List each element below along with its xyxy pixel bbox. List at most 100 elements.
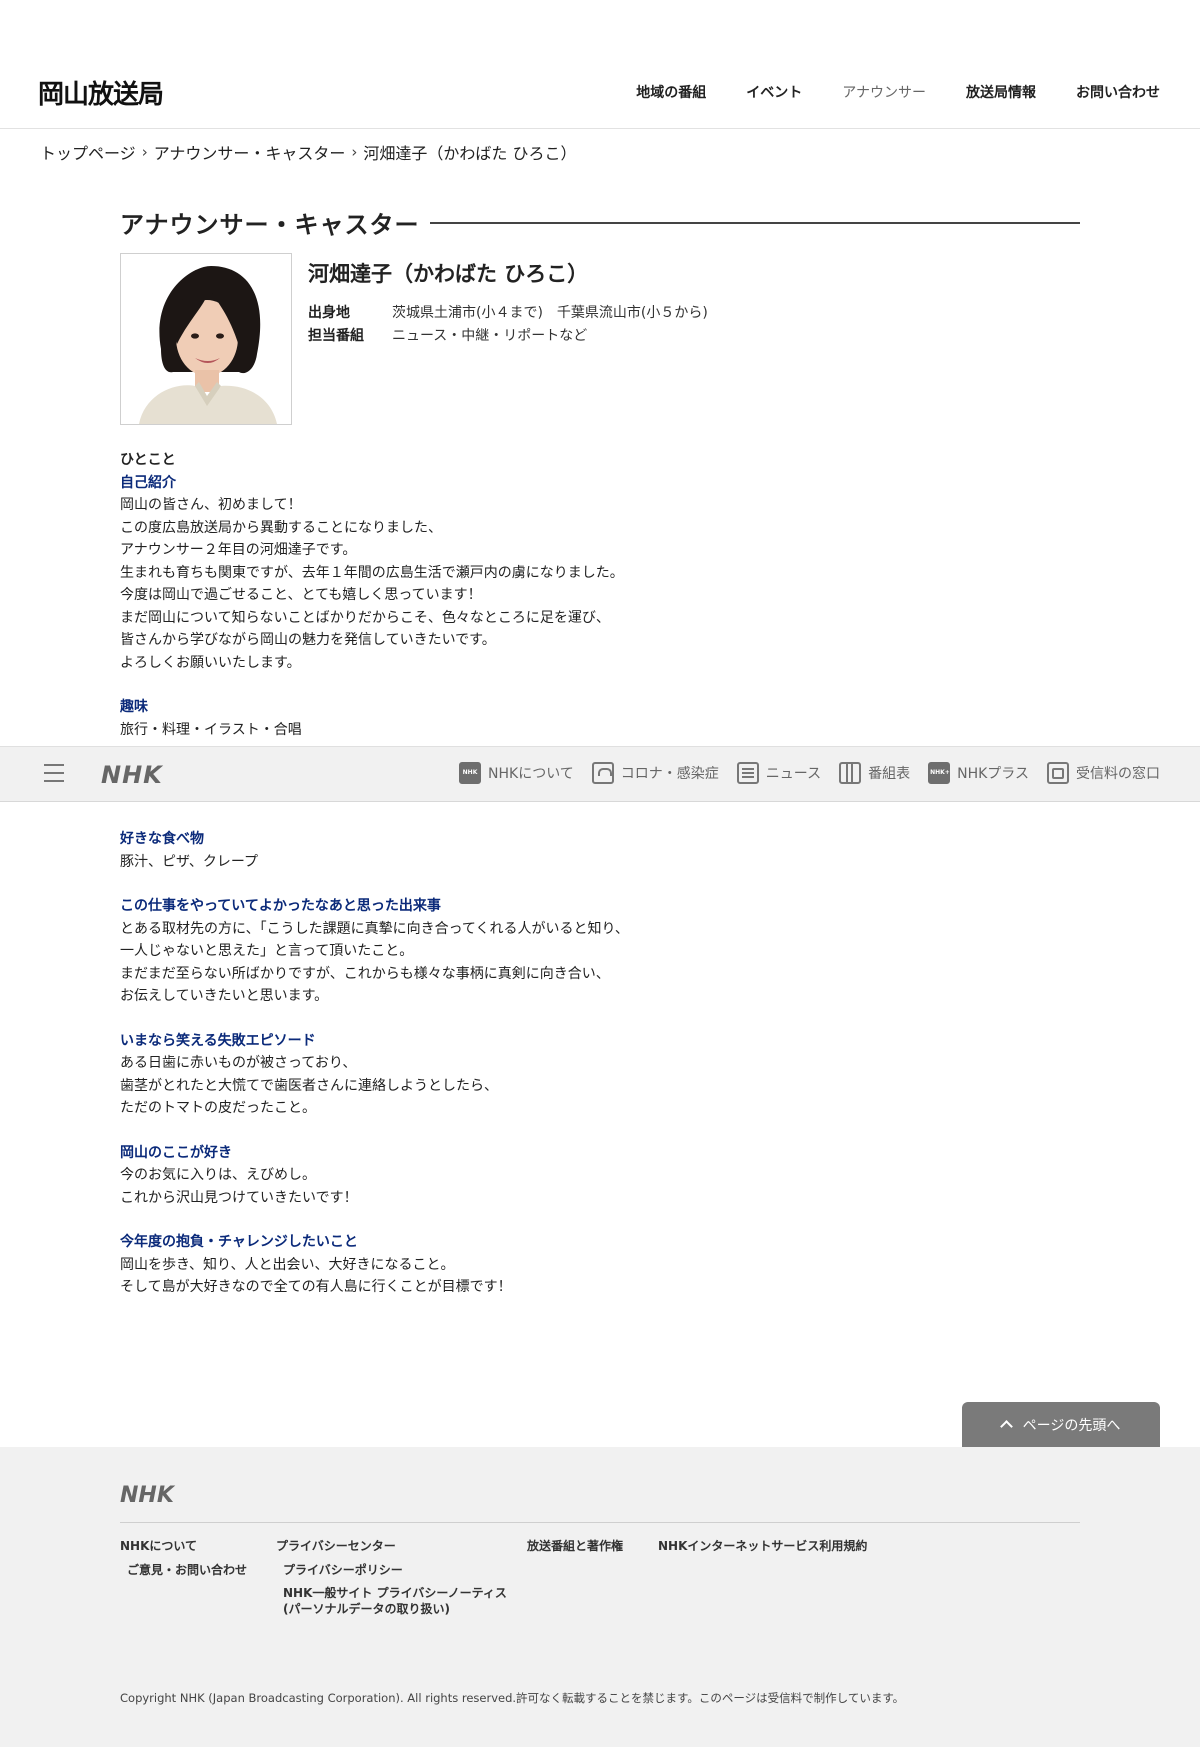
nhk-about-link[interactable]: NHK NHKについて	[459, 762, 574, 784]
intro-line: 生まれも育ちも関東ですが、去年１年間の広島生活で瀬戸内の虜になりました。	[120, 564, 624, 581]
job-heading: この仕事をやっていてよかったなあと思った出来事	[120, 898, 441, 914]
footer-privacy-notice-sub[interactable]: (パーソナルデータの取り扱い)	[283, 1602, 450, 1616]
goal-line: 岡山を歩き、知り、人と出会い、大好きになること。	[120, 1256, 455, 1273]
like-line: これから沢山見つけていきたいです！	[120, 1189, 358, 1206]
corona-link[interactable]: コロナ・感染症	[591, 762, 719, 784]
profile-info: 出身地 茨城県土浦市(小４まで) 千葉県流山市(小５から) 担当番組 ニュース・…	[308, 302, 708, 348]
reception-fee-link[interactable]: 受信料の窓口	[1047, 762, 1160, 784]
job-line: とある取材先の方に、「こうした課題に真摯に向き合ってくれる人がいると知り、	[120, 920, 629, 937]
nav-station-info[interactable]: 放送局情報	[966, 82, 1036, 102]
global-nav: 地域の番組 イベント アナウンサー 放送局情報 お問い合わせ	[636, 82, 1160, 102]
chevron-right-icon: ›	[141, 143, 148, 161]
origin-label: 出身地	[308, 305, 350, 321]
footer-nhk-logo[interactable]: NHK	[120, 1483, 174, 1508]
nhk-plus-label: NHKプラス	[957, 766, 1029, 782]
like-line: 今のお気に入りは、えびめし。	[120, 1167, 316, 1183]
footer-privacy-notice-link[interactable]: NHK一般サイト プライバシーノーティス	[283, 1586, 507, 1600]
back-to-top-label: ページの先頭へ	[1022, 1417, 1121, 1434]
site-header: 岡山放送局 地域の番組 イベント アナウンサー 放送局情報 お問い合わせ	[0, 0, 1200, 129]
footer-about-sub: ご意見・お問い合わせ	[120, 1562, 247, 1578]
program-guide-link[interactable]: 番組表	[839, 762, 910, 784]
fail-heading: いまなら笑える失敗エピソード	[120, 1032, 316, 1049]
message-section-bottom: 好きな食べ物 豚汁、ピザ、クレープ この仕事をやっていてよかったなあと思った出来…	[120, 828, 629, 1299]
hobby-heading: 趣味	[120, 699, 148, 715]
footer-privacy-policy-link[interactable]: プライバシーポリシー	[283, 1563, 403, 1577]
job-line: お伝えしていきたいと思います。	[120, 988, 329, 1004]
program-guide-label: 番組表	[868, 766, 911, 782]
hobby-text: 旅行・料理・イラスト・合唱	[120, 721, 302, 738]
section-heading: アナウンサー・キャスター	[120, 205, 1080, 240]
programs-label: 担当番組	[308, 328, 364, 344]
nhk-plus-link[interactable]: NHK+ NHKプラス	[928, 762, 1029, 784]
section-title: アナウンサー・キャスター	[120, 211, 420, 239]
intro-heading: 自己紹介	[120, 474, 176, 491]
footer-copyright-link[interactable]: 放送番組と著作権	[527, 1539, 623, 1553]
intro-line: アナウンサー２年目の河畑達子です。	[120, 542, 357, 558]
footer-privacy-sub: プライバシーポリシー NHK一般サイト プライバシーノーティス (パーソナルデー…	[276, 1562, 507, 1617]
intro-line: 皆さんから学びながら岡山の魅力を発信していきたいです。	[120, 632, 496, 648]
copyright-text: Copyright NHK (Japan Broadcasting Corpor…	[120, 1691, 905, 1705]
footer-divider	[120, 1522, 1080, 1523]
intro-line: 岡山の皆さん、初めまして！	[120, 497, 302, 513]
like-heading: 岡山のここが好き	[120, 1144, 232, 1161]
site-footer: NHK NHKについて ご意見・お問い合わせ プライバシーセンター プライバシー…	[0, 1447, 1200, 1747]
news-label: ニュース	[765, 766, 822, 782]
goal-heading: 今年度の抱負・チャレンジしたいこと	[120, 1234, 358, 1250]
footer-about-link[interactable]: NHKについて	[120, 1539, 197, 1553]
breadcrumb-current: 河畑達子（かわばた ひろこ）	[363, 144, 577, 163]
food-heading: 好きな食べ物	[120, 831, 204, 847]
breadcrumb: トップページ › アナウンサー・キャスター › 河畑達子（かわばた ひろこ）	[40, 140, 576, 164]
nav-events[interactable]: イベント	[746, 82, 802, 102]
chevron-up-icon	[999, 1420, 1013, 1433]
site-title-link[interactable]: 岡山放送局	[38, 74, 164, 111]
food-text: 豚汁、ピザ、クレープ	[120, 853, 259, 870]
nav-announcers[interactable]: アナウンサー	[842, 82, 926, 102]
footer-col-copyright: 放送番組と著作権	[527, 1538, 623, 1554]
program-grid-icon	[839, 762, 862, 784]
breadcrumb-announcers[interactable]: アナウンサー・キャスター	[154, 140, 346, 164]
programs-row: 担当番組 ニュース・中継・リポートなど	[308, 325, 708, 348]
fail-line: ある日歯に赤いものが被さっており、	[120, 1055, 357, 1071]
section-divider	[429, 221, 1080, 224]
footer-col-terms: NHKインターネットサービス利用規約	[658, 1538, 867, 1554]
reception-fee-icon	[1047, 762, 1069, 784]
portrait-image	[121, 254, 291, 424]
nhk-links: NHK NHKについて コロナ・感染症 ニュース 番組表 NHK+ NHKプラス…	[459, 762, 1160, 784]
job-line: まだまだ至らない所ばかりですが、これからも様々な事柄に真剣に向き合い、	[120, 965, 610, 982]
nav-contact[interactable]: お問い合わせ	[1076, 82, 1160, 102]
nhk-plus-icon: NHK+	[928, 762, 951, 784]
corona-icon	[591, 762, 614, 784]
programs-value: ニュース・中継・リポートなど	[392, 328, 588, 344]
fail-line: 歯茎がとれたと大慌てで歯医者さんに連絡しようとしたら、	[120, 1077, 498, 1094]
nhk-logo-icon: NHK	[459, 762, 482, 784]
message-section-top: ひとこと 自己紹介 岡山の皆さん、初めまして！ この度広島放送局から異動すること…	[120, 449, 624, 741]
intro-line: まだ岡山について知らないことばかりだからこそ、色々なところに足を運び、	[120, 609, 610, 626]
goal-line: そして島が大好きなので全ての有人島に行くことが目標です！	[120, 1279, 512, 1295]
chevron-right-icon: ›	[351, 143, 358, 161]
nhk-logo-link[interactable]: NHK	[101, 761, 163, 789]
nhk-about-label: NHKについて	[488, 766, 574, 782]
hitokoto-heading: ひとこと	[120, 452, 176, 468]
nhk-global-bar: NHK NHK NHKについて コロナ・感染症 ニュース 番組表 NHK+ NH…	[0, 746, 1200, 802]
nav-regional-programs[interactable]: 地域の番組	[636, 82, 706, 102]
origin-row: 出身地 茨城県土浦市(小４まで) 千葉県流山市(小５から)	[308, 302, 708, 325]
corona-label: コロナ・感染症	[620, 766, 719, 782]
job-line: 一人じゃないと思えた」と言って頂いたこと。	[120, 943, 414, 959]
back-to-top-button[interactable]: ページの先頭へ	[962, 1402, 1160, 1447]
reception-fee-label: 受信料の窓口	[1076, 766, 1160, 782]
hamburger-menu-icon[interactable]	[44, 764, 64, 784]
footer-terms-link[interactable]: NHKインターネットサービス利用規約	[658, 1539, 867, 1553]
announcer-photo	[120, 253, 292, 425]
intro-line: 今度は岡山で過ごせること、とても嬉しく思っています！	[120, 587, 482, 603]
news-link[interactable]: ニュース	[736, 762, 822, 784]
footer-privacy-center-link[interactable]: プライバシーセンター	[276, 1539, 396, 1553]
fail-line: ただのトマトの皮だったこと。	[120, 1100, 316, 1116]
breadcrumb-top[interactable]: トップページ	[40, 140, 136, 164]
footer-col-privacy: プライバシーセンター プライバシーポリシー NHK一般サイト プライバシーノーテ…	[276, 1538, 507, 1624]
intro-line: よろしくお願いいたします。	[120, 654, 301, 671]
footer-feedback-link[interactable]: ご意見・お問い合わせ	[127, 1563, 247, 1577]
